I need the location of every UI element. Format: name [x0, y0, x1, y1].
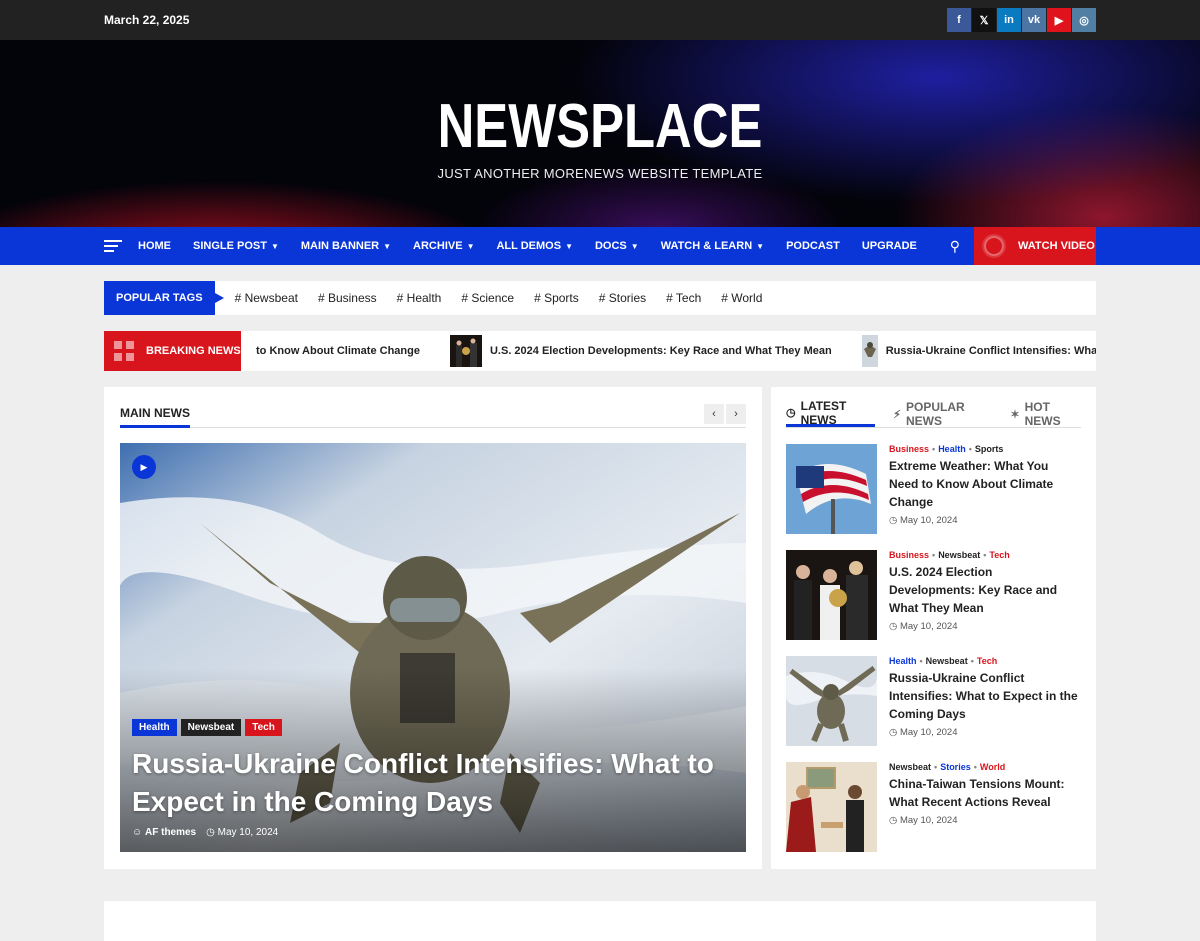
- bolt-icon: ⚡︎: [893, 408, 901, 421]
- main-news-section: MAIN NEWS ‹ › ▶ Health Newsbeat Tech Rus…: [104, 387, 762, 869]
- ticker-thumbnail: [861, 335, 878, 367]
- social-links: f 𝕏 in vk ▶ ◎: [946, 8, 1096, 32]
- tag-science[interactable]: # Science: [461, 291, 514, 305]
- site-title[interactable]: NEWSPLACE: [108, 40, 1092, 162]
- featured-post-title[interactable]: Russia-Ukraine Conflict Intensifies: Wha…: [132, 745, 732, 821]
- post-category[interactable]: Health: [889, 656, 917, 666]
- play-ring-icon: [984, 236, 1004, 256]
- tag-tech[interactable]: # Tech: [666, 291, 701, 305]
- list-item[interactable]: Business • Health • Sports Extreme Weather: …: [786, 444, 1081, 534]
- post-title[interactable]: Extreme Weather: What You Need to Know A…: [889, 457, 1081, 511]
- facebook-icon[interactable]: f: [947, 8, 971, 32]
- next-arrow-icon[interactable]: ›: [726, 404, 746, 424]
- linkedin-icon[interactable]: in: [997, 8, 1021, 32]
- featured-post[interactable]: ▶ Health Newsbeat Tech Russia-Ukraine Co…: [120, 443, 746, 852]
- tag-stories[interactable]: # Stories: [599, 291, 646, 305]
- site-tagline: JUST ANOTHER MORENEWS WEBSITE TEMPLATE: [437, 166, 763, 181]
- sidebar-tabs-section: ◷ LATEST NEWS ⚡︎ POPULAR NEWS ✶ HOT NEWS Bu: [771, 387, 1096, 869]
- ticker-item[interactable]: to Know About Climate Change: [256, 345, 420, 357]
- category-badge[interactable]: Tech: [245, 719, 282, 736]
- post-category[interactable]: Health: [938, 444, 966, 454]
- post-category[interactable]: Tech: [989, 550, 1009, 560]
- tag-newsbeat[interactable]: # Newsbeat: [235, 291, 298, 305]
- post-thumbnail: [786, 656, 877, 746]
- section-title: MAIN NEWS: [120, 402, 190, 428]
- next-section-strip: [104, 901, 1096, 941]
- tag-health[interactable]: # Health: [397, 291, 442, 305]
- tab-latest-news[interactable]: ◷ LATEST NEWS: [786, 399, 876, 427]
- post-thumbnail: [786, 550, 877, 640]
- category-badge[interactable]: Newsbeat: [180, 719, 242, 736]
- post-date: ◷ May 10, 2024: [889, 515, 958, 526]
- chevron-down-icon: ▼: [466, 242, 475, 251]
- menu-toggle-icon[interactable]: [104, 240, 122, 252]
- post-title[interactable]: Russia-Ukraine Conflict Intensifies: Wha…: [889, 669, 1081, 723]
- post-date: ◷ May 10, 2024: [889, 621, 958, 632]
- grid-icon: [114, 341, 134, 361]
- popular-tags-bar: POPULAR TAGS # Newsbeat # Business # Hea…: [104, 281, 1096, 315]
- post-category[interactable]: Newsbeat: [889, 762, 931, 772]
- post-category[interactable]: World: [980, 762, 1005, 772]
- tag-business[interactable]: # Business: [318, 291, 377, 305]
- nav-item-docs[interactable]: DOCS ▼: [595, 240, 639, 252]
- clock-icon: ◷: [786, 407, 796, 419]
- nav-item-main-banner[interactable]: MAIN BANNER ▼: [301, 240, 391, 252]
- nav-item-watch-learn[interactable]: WATCH & LEARN ▼: [661, 240, 764, 252]
- breaking-news-bar: BREAKING NEWS to Know About Climate Chan…: [104, 331, 1096, 371]
- chevron-down-icon: ▼: [383, 242, 392, 251]
- ticker-thumbnail: [449, 335, 482, 367]
- tag-world[interactable]: # World: [721, 291, 762, 305]
- chevron-down-icon: ▼: [565, 242, 573, 251]
- list-item[interactable]: Newsbeat • Stories • World China-Taiwan Tens…: [786, 762, 1081, 852]
- nav-item-single-post[interactable]: SINGLE POST ▼: [193, 240, 279, 252]
- post-category[interactable]: Business: [889, 550, 929, 560]
- news-ticker: to Know About Climate Change U.S. 2024 E…: [256, 335, 1096, 367]
- list-item[interactable]: Business • Newsbeat • Tech U.S. 2024 Electio…: [786, 550, 1081, 640]
- nav-item-podcast[interactable]: PODCAST: [786, 240, 840, 252]
- nav-item-home[interactable]: HOME: [138, 240, 171, 252]
- nav-item-archive[interactable]: ARCHIVE ▼: [413, 240, 474, 252]
- fire-icon: ✶: [1010, 408, 1020, 421]
- site-header: NEWSPLACE JUST ANOTHER MORENEWS WEBSITE …: [0, 40, 1200, 227]
- youtube-icon[interactable]: ▶: [1047, 8, 1071, 32]
- post-thumbnail: [786, 762, 877, 852]
- tab-popular-news[interactable]: ⚡︎ POPULAR NEWS: [893, 400, 992, 428]
- nav-item-all-demos[interactable]: ALL DEMOS ▼: [496, 240, 573, 252]
- search-icon[interactable]: ⚲: [950, 238, 960, 255]
- post-category[interactable]: Stories: [940, 762, 971, 772]
- post-category[interactable]: Business: [889, 444, 929, 454]
- ticker-item[interactable]: U.S. 2024 Election Developments: Key Rac…: [449, 335, 832, 367]
- popular-tags-label: POPULAR TAGS: [104, 281, 224, 315]
- post-category[interactable]: Sports: [975, 444, 1004, 454]
- post-title[interactable]: China-Taiwan Tensions Mount: What Recent…: [889, 775, 1081, 811]
- breaking-news-label: BREAKING NEWS: [104, 331, 241, 371]
- chevron-down-icon: ▼: [630, 242, 639, 251]
- post-date: ◷ May 10, 2024: [889, 727, 958, 738]
- play-icon[interactable]: ▶: [132, 455, 156, 479]
- chevron-down-icon: ▼: [756, 242, 765, 251]
- list-item[interactable]: Health • Newsbeat • Tech Russia-Ukraine Conf…: [786, 656, 1081, 746]
- tag-sports[interactable]: # Sports: [534, 291, 579, 305]
- date-meta: ◷ May 10, 2024: [206, 827, 279, 838]
- instagram-icon[interactable]: ◎: [1072, 8, 1096, 32]
- post-title[interactable]: U.S. 2024 Election Developments: Key Rac…: [889, 563, 1081, 617]
- main-navigation: HOME SINGLE POST ▼ MAIN BANNER ▼ ARCHIVE ▼ …: [0, 227, 1200, 265]
- vk-icon[interactable]: vk: [1022, 8, 1046, 32]
- nav-item-upgrade[interactable]: UPGRADE: [862, 240, 917, 252]
- current-date: March 22, 2025: [104, 13, 190, 27]
- tab-hot-news[interactable]: ✶ HOT NEWS: [1010, 400, 1081, 428]
- watch-video-button[interactable]: WATCH VIDEO: [974, 227, 1096, 265]
- chevron-down-icon: ▼: [270, 242, 279, 251]
- post-date: ◷ May 10, 2024: [889, 815, 958, 826]
- category-badge[interactable]: Health: [132, 719, 177, 736]
- post-thumbnail: [786, 444, 877, 534]
- post-category[interactable]: Newsbeat: [938, 550, 980, 560]
- x-twitter-icon[interactable]: 𝕏: [972, 8, 996, 32]
- top-bar: March 22, 2025 f 𝕏 in vk ▶ ◎: [0, 0, 1200, 40]
- post-category[interactable]: Tech: [977, 656, 997, 666]
- ticker-item[interactable]: Russia-Ukraine Conflict Intensifies: Wha…: [861, 335, 1096, 367]
- prev-arrow-icon[interactable]: ‹: [704, 404, 724, 424]
- post-category[interactable]: Newsbeat: [926, 656, 968, 666]
- author-meta[interactable]: ☺ AF themes: [132, 827, 196, 838]
